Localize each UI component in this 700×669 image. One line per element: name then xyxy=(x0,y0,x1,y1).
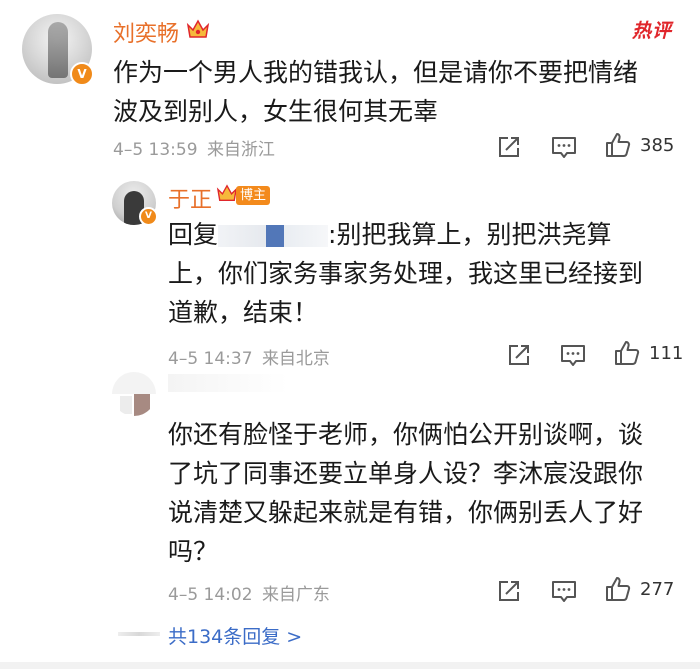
reply-username[interactable]: 于正 xyxy=(168,182,212,214)
more-replies-link[interactable]: 共134条回复 > xyxy=(168,622,302,649)
redacted-username xyxy=(218,225,267,247)
comment-text-line: 波及到别人，女生很何其无辜 xyxy=(113,97,439,126)
reply-time: 4–5 14:02 xyxy=(168,585,253,605)
reply-text-line: 道歉，结束！ xyxy=(168,298,319,327)
comment-text-line: 作为一个男人我的错我认，但是请你不要把情绪 xyxy=(113,58,639,87)
verified-icon: V xyxy=(70,62,94,86)
comment-icon[interactable] xyxy=(550,133,578,161)
reply-text-line: 说清楚又躲起来就是有错，你俩别丢人了好 xyxy=(168,498,644,527)
redacted-username xyxy=(284,225,329,247)
like-count: 277 xyxy=(640,579,675,600)
reply-text: :别把我算上，别把洪尧算 xyxy=(328,220,612,249)
like-count: 111 xyxy=(649,343,684,364)
reply-meta: 4–5 14:37 来自北京 xyxy=(168,344,330,369)
reply-meta: 4–5 14:02 来自广东 xyxy=(168,580,330,605)
reply-prefix: 回复 xyxy=(168,220,219,249)
reply-text-line: 回复 :别把我算上，别把洪尧算 xyxy=(168,215,611,254)
comment-username[interactable]: 刘奕畅 xyxy=(113,16,179,48)
share-icon[interactable] xyxy=(495,577,523,605)
comment-icon[interactable] xyxy=(559,341,587,369)
reply-location: 来自广东 xyxy=(261,585,330,605)
reply-location: 来自北京 xyxy=(261,349,330,369)
like-icon[interactable] xyxy=(613,339,641,367)
comment-icon[interactable] xyxy=(550,577,578,605)
verified-icon: V xyxy=(139,207,158,226)
like-icon[interactable] xyxy=(604,575,632,603)
reply-text-line: 你还有脸怪于老师，你俩怕公开别谈啊，谈 xyxy=(168,420,644,449)
reply-text-line: 上，你们家务事家务处理，我这里已经接到 xyxy=(168,259,644,288)
section-divider xyxy=(0,662,700,669)
reply-time: 4–5 14:37 xyxy=(168,349,253,369)
like-count: 385 xyxy=(640,135,675,156)
comment-location: 来自浙江 xyxy=(206,140,275,160)
comment-time: 4–5 13:59 xyxy=(113,140,198,160)
redacted-username xyxy=(266,225,285,247)
share-icon[interactable] xyxy=(505,341,533,369)
redacted-username xyxy=(168,374,288,392)
reply-text-line: 了坑了同事还要立单身人设？李沐宸没跟你 xyxy=(168,459,644,488)
reply-text-line: 吗？ xyxy=(168,537,219,566)
hot-comment-badge: 热评 xyxy=(632,20,673,42)
like-icon[interactable] xyxy=(604,131,632,159)
share-icon[interactable] xyxy=(495,133,523,161)
comment-meta: 4–5 13:59 来自浙江 xyxy=(113,135,275,160)
crown-badge-icon xyxy=(186,19,210,38)
avatar[interactable] xyxy=(112,372,156,416)
blogger-tag: 博主 xyxy=(236,186,271,205)
crown-badge-icon xyxy=(216,184,238,201)
redacted-username xyxy=(118,632,160,636)
